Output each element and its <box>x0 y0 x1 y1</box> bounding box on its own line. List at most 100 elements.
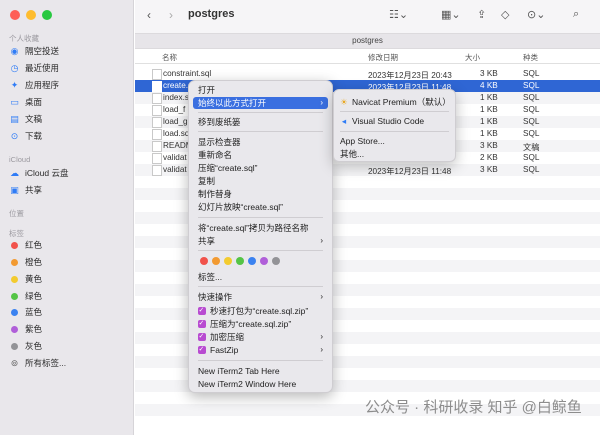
red-tag-icon[interactable] <box>200 257 208 265</box>
orange-tag-icon <box>11 259 18 266</box>
yellow-tag-icon[interactable] <box>224 257 232 265</box>
menu-item-tags[interactable]: 标签... <box>193 271 328 283</box>
menu-item-copy-path[interactable]: 将“create.sql”拷贝为路径名称 <box>193 222 328 234</box>
sidebar-item-downloads[interactable]: ⊙下载 <box>9 129 42 143</box>
window-title: postgres <box>188 8 234 20</box>
sidebar-item-applications[interactable]: ✦应用程序 <box>9 78 59 92</box>
red-tag-icon <box>11 242 18 249</box>
sidebar-all-tags[interactable]: ⊚所有标签... <box>9 356 66 370</box>
maximize-window-button[interactable] <box>42 10 52 20</box>
menu-item-rename[interactable]: 重新命名 <box>193 149 328 161</box>
blue-tag-icon[interactable] <box>248 257 256 265</box>
column-header-size[interactable]: 大小 <box>465 52 480 63</box>
purple-tag-icon[interactable] <box>260 257 268 265</box>
chevron-right-icon: › <box>320 344 323 356</box>
submenu-item-other[interactable]: 其他... <box>340 148 364 160</box>
column-header-kind[interactable]: 种类 <box>523 52 538 63</box>
empty-row <box>135 416 600 428</box>
sidebar-tag-blue[interactable]: 蓝色 <box>9 305 42 319</box>
more-actions-icon[interactable]: ⊙⌄ <box>527 8 545 21</box>
tag-color-picker <box>200 257 280 265</box>
menu-item-quick-actions[interactable]: 快速操作› <box>193 291 328 303</box>
submenu-item-navicat[interactable]: ☀Navicat Premium（默认） <box>340 96 451 108</box>
menu-item-move-to-trash[interactable]: 移到废纸篓 <box>193 116 328 128</box>
sidebar-tag-purple[interactable]: 紫色 <box>9 322 42 336</box>
search-icon[interactable]: ⌕ <box>573 8 579 21</box>
chevron-right-icon: › <box>320 331 323 343</box>
document-icon: ▤ <box>9 114 20 125</box>
menu-item-compress[interactable]: 压缩“create.sql” <box>193 162 328 174</box>
orange-tag-icon[interactable] <box>212 257 220 265</box>
group-icon[interactable]: ▦⌄ <box>441 8 461 21</box>
tab-postgres[interactable]: postgres <box>135 33 600 49</box>
window-controls <box>10 10 52 20</box>
sidebar-item-recents[interactable]: ◷最近使用 <box>9 61 59 75</box>
list-view-icon[interactable]: ☷⌄ <box>389 8 408 21</box>
menu-item-encrypt-zip[interactable]: 加密压缩› <box>193 331 328 343</box>
submenu-item-app-store[interactable]: App Store... <box>340 136 385 146</box>
menu-item-make-alias[interactable]: 制作替身 <box>193 188 328 200</box>
chevron-right-icon: › <box>320 235 323 247</box>
airdrop-icon: ◉ <box>9 46 20 57</box>
desktop-icon: ▭ <box>9 97 20 108</box>
sidebar-item-shared[interactable]: ▣共享 <box>9 183 42 197</box>
back-chevron-icon[interactable]: ‹ <box>147 8 151 22</box>
favorites-section-label: 个人收藏 <box>9 33 39 44</box>
sidebar-item-airdrop[interactable]: ◉隔空投送 <box>9 44 59 58</box>
sidebar-item-icloud-drive[interactable]: ☁iCloud 云盘 <box>9 166 68 180</box>
sidebar-tag-green[interactable]: 绿色 <box>9 289 42 303</box>
sidebar-tag-red[interactable]: 红色 <box>9 238 42 252</box>
menu-item-share[interactable]: 共享› <box>193 235 328 247</box>
menu-separator <box>340 131 449 132</box>
clock-icon: ◷ <box>9 63 20 74</box>
sidebar-tag-orange[interactable]: 橙色 <box>9 255 42 269</box>
sql-file-icon <box>152 81 162 92</box>
green-tag-icon <box>11 293 18 300</box>
menu-item-duplicate[interactable]: 复制 <box>193 175 328 187</box>
open-with-submenu: ☀Navicat Premium（默认） ◂Visual Studio Code… <box>333 89 456 162</box>
shortcut-icon <box>198 333 206 341</box>
purple-tag-icon <box>11 326 18 333</box>
menu-item-iterm-window[interactable]: New iTerm2 Window Here <box>193 378 328 390</box>
menu-item-zip[interactable]: 压缩为“create.sql.zip” <box>193 318 328 330</box>
vscode-app-icon: ◂ <box>340 116 348 127</box>
gray-tag-icon[interactable] <box>272 257 280 265</box>
menu-separator <box>198 250 323 251</box>
column-header-modified[interactable]: 修改日期 <box>368 52 398 63</box>
menu-item-get-info[interactable]: 显示检查器 <box>193 136 328 148</box>
green-tag-icon[interactable] <box>236 257 244 265</box>
menu-separator <box>198 112 323 113</box>
table-row[interactable]: constraint.sql 2023年12月23日 20:43 3 KB SQ… <box>135 68 600 80</box>
sidebar-tag-yellow[interactable]: 黄色 <box>9 272 42 286</box>
menu-item-fastzip[interactable]: FastZip› <box>193 344 328 356</box>
close-window-button[interactable] <box>10 10 20 20</box>
menu-item-open-with[interactable]: 始终以此方式打开› <box>193 97 328 109</box>
minimize-window-button[interactable] <box>26 10 36 20</box>
chevron-right-icon: › <box>320 97 323 109</box>
menu-item-open[interactable]: 打开 <box>193 84 328 96</box>
shortcut-icon <box>198 346 206 354</box>
gray-tag-icon <box>11 343 18 350</box>
shared-folder-icon: ▣ <box>9 185 20 196</box>
forward-chevron-icon[interactable]: › <box>169 8 173 22</box>
sql-file-icon <box>152 93 162 104</box>
shortcut-icon <box>198 320 206 328</box>
sidebar-tag-gray[interactable]: 灰色 <box>9 339 42 353</box>
chevron-right-icon: › <box>320 291 323 303</box>
toolbar: ‹ › postgres ☷⌄ ▦⌄ ⇪ ◇ ⊙⌄ ⌕ <box>135 0 600 33</box>
submenu-item-vscode[interactable]: ◂Visual Studio Code <box>340 116 424 127</box>
menu-item-quick-zip[interactable]: 秒速打包为“create.sql.zip” <box>193 305 328 317</box>
navicat-app-icon: ☀ <box>340 97 348 108</box>
menu-separator <box>340 111 449 112</box>
document-file-icon <box>152 141 162 152</box>
menu-item-slideshow[interactable]: 幻灯片放映“create.sql” <box>193 201 328 213</box>
menu-item-iterm-tab[interactable]: New iTerm2 Tab Here <box>193 365 328 377</box>
sidebar-item-desktop[interactable]: ▭桌面 <box>9 95 42 109</box>
watermark: 公众号 · 科研收录 知乎 @白鲸鱼 <box>365 396 582 417</box>
column-header-name[interactable]: 名称 <box>162 52 177 63</box>
share-icon[interactable]: ⇪ <box>477 8 486 21</box>
sidebar-item-documents[interactable]: ▤文稿 <box>9 112 42 126</box>
sql-file-icon <box>152 129 162 140</box>
column-header-row: 名称 修改日期 大小 种类 <box>135 49 600 64</box>
tag-icon[interactable]: ◇ <box>501 8 509 21</box>
